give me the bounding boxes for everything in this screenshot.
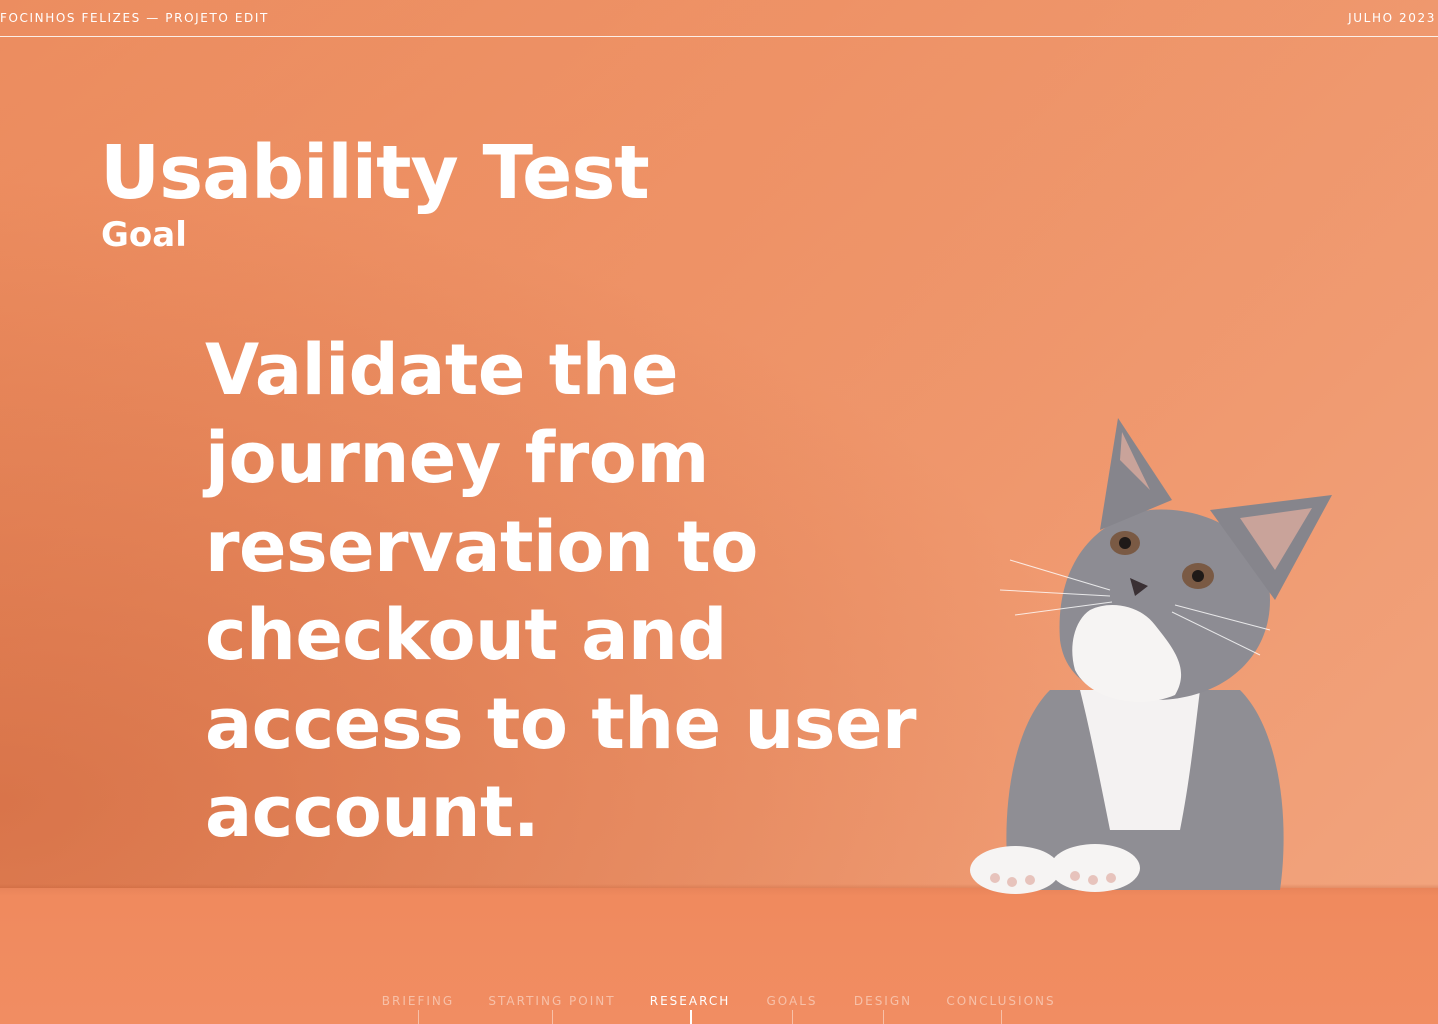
nav-tick-design [883,1010,884,1024]
page-subtitle: Goal [101,215,187,255]
goal-statement: Validate the journey from reservation to… [205,329,916,854]
nav-item-starting-point[interactable]: STARTING POINT [488,994,615,1008]
project-label: FOCINHOS FELIZES — PROJETO EDIT [0,11,269,25]
top-bar: FOCINHOS FELIZES — PROJETO EDIT JULHO 20… [0,0,1438,37]
nav-item-goals[interactable]: GOALS [766,994,817,1008]
nav-item-research[interactable]: RESEARCH [650,994,730,1008]
section-nav: BRIEFING STARTING POINT RESEARCH GOALS D… [0,990,1438,1024]
page-title: Usability Test [100,130,650,216]
nav-tick-research [690,1010,692,1024]
nav-tick-starting-point [552,1010,553,1024]
nav-tick-conclusions [1001,1010,1002,1024]
nav-item-conclusions[interactable]: CONCLUSIONS [946,994,1055,1008]
nav-tick-briefing [418,1010,419,1024]
nav-item-design[interactable]: DESIGN [854,994,912,1008]
date-label: JULHO 2023 [1348,11,1436,25]
nav-tick-goals [792,1010,793,1024]
nav-item-briefing[interactable]: BRIEFING [382,994,454,1008]
kitten-image [970,418,1332,894]
